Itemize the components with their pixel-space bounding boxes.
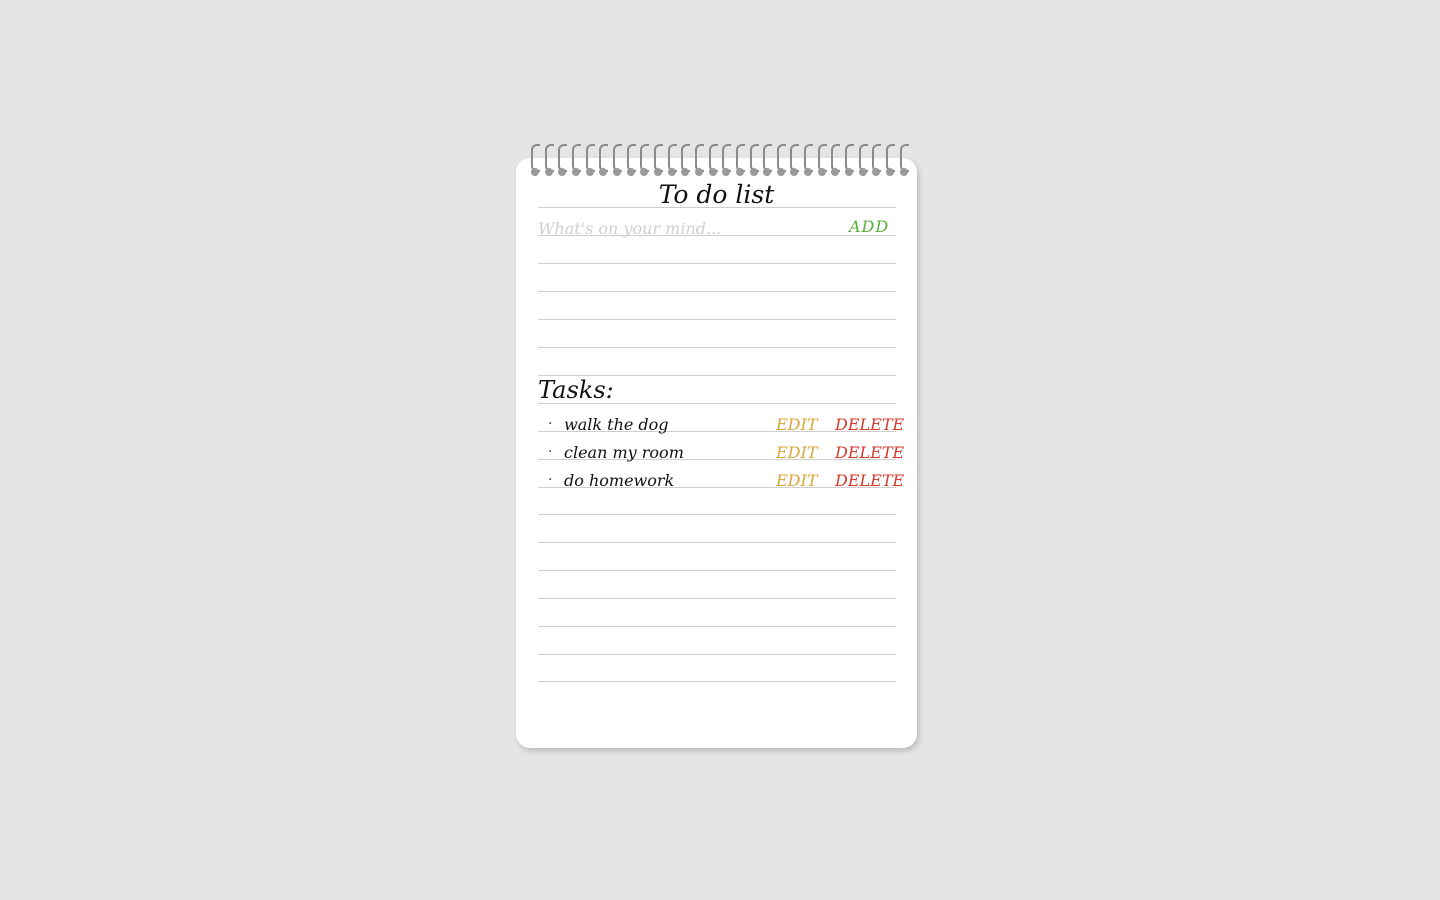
task-input[interactable]: [538, 216, 838, 240]
spiral-coil: [626, 140, 637, 176]
spiral-coil: [557, 140, 568, 176]
task-text: walk the dog: [564, 415, 669, 434]
spiral-coil: [803, 140, 814, 176]
spiral-coil: [789, 140, 800, 176]
spiral-coil: [899, 140, 910, 176]
ruled-line: [538, 347, 896, 348]
add-button[interactable]: ADD: [849, 217, 889, 236]
spiral-coil: [571, 140, 582, 176]
bullet-icon: ·: [548, 416, 553, 432]
list-item: · walk the dog EDIT DELETE: [538, 413, 904, 437]
ruled-line: [538, 570, 896, 571]
spiral-coil: [776, 140, 787, 176]
edit-button[interactable]: EDIT: [776, 471, 818, 490]
spiral-binding: [530, 140, 910, 180]
spiral-coil: [735, 140, 746, 176]
delete-button[interactable]: DELETE: [835, 443, 904, 462]
spiral-coil: [871, 140, 882, 176]
tasks-heading: Tasks:: [538, 376, 614, 404]
spiral-coil: [762, 140, 773, 176]
spiral-coil: [830, 140, 841, 176]
ruled-line: [538, 542, 896, 543]
spiral-coil: [612, 140, 623, 176]
ruled-line: [538, 514, 896, 515]
task-text: clean my room: [564, 443, 684, 462]
spiral-coil: [749, 140, 760, 176]
spiral-coil: [858, 140, 869, 176]
spiral-coil: [680, 140, 691, 176]
spiral-coil: [885, 140, 896, 176]
spiral-coil: [694, 140, 705, 176]
task-text: do homework: [564, 471, 675, 490]
ruled-line: [538, 263, 896, 264]
list-item: · do homework EDIT DELETE: [538, 469, 904, 493]
spiral-coil: [585, 140, 596, 176]
spiral-coil: [844, 140, 855, 176]
bullet-icon: ·: [548, 472, 553, 488]
ruled-line: [538, 654, 896, 655]
bullet-icon: ·: [548, 444, 553, 460]
spiral-coil: [667, 140, 678, 176]
spiral-coil: [544, 140, 555, 176]
delete-button[interactable]: DELETE: [835, 415, 904, 434]
spiral-coil: [653, 140, 664, 176]
delete-button[interactable]: DELETE: [835, 471, 904, 490]
spiral-coil: [639, 140, 650, 176]
spiral-coil: [708, 140, 719, 176]
spiral-coil: [530, 140, 541, 176]
spiral-coil: [721, 140, 732, 176]
page-title: To do list: [658, 180, 775, 209]
ruled-line: [538, 319, 896, 320]
ruled-line: [538, 681, 896, 682]
spiral-coil: [598, 140, 609, 176]
ruled-line: [538, 291, 896, 292]
ruled-line: [538, 598, 896, 599]
edit-button[interactable]: EDIT: [776, 443, 818, 462]
spiral-coil: [817, 140, 828, 176]
edit-button[interactable]: EDIT: [776, 415, 818, 434]
list-item: · clean my room EDIT DELETE: [538, 441, 904, 465]
ruled-line: [538, 626, 896, 627]
